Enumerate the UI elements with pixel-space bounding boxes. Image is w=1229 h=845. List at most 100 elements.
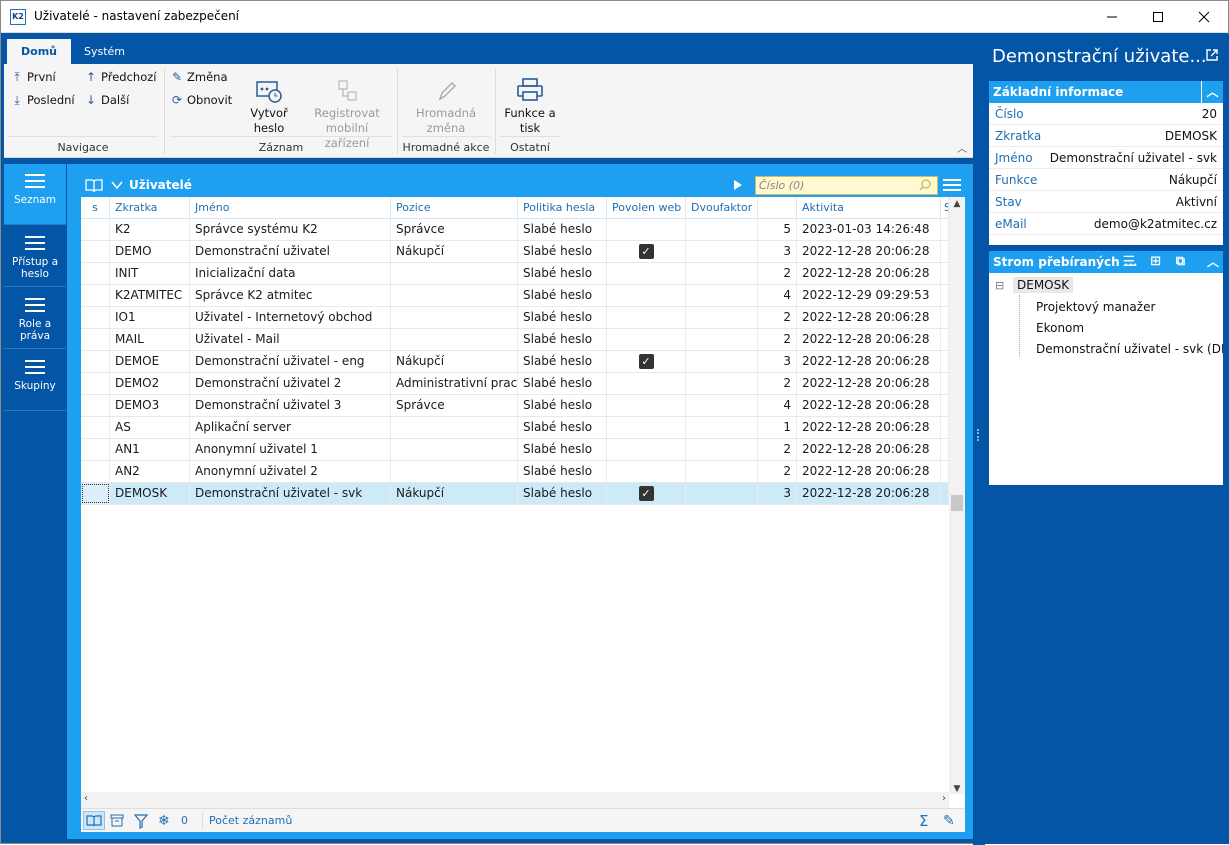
collapse-all-icon[interactable]: ⧉ xyxy=(1176,251,1185,273)
refresh-icon: ⟳ xyxy=(171,93,183,107)
tree-child[interactable]: Demonstrační uživatel - svk (DEM xyxy=(1036,342,1223,356)
table-row[interactable]: MAIL Uživatel - Mail Slabé heslo 2 2022-12-2… xyxy=(81,329,949,351)
table-row[interactable]: DEMOSK Demonstrační uživatel - svk Nákupčí… xyxy=(81,483,949,505)
scroll-left-icon[interactable]: ‹ xyxy=(84,793,88,804)
ribbon-group-record: ✎ Změna ⟳ Obnovit Vytvoř heslo Registrovat… xyxy=(166,64,396,158)
record-count-label[interactable]: Počet záznamů xyxy=(202,812,292,830)
checkbox-checked-icon[interactable]: ✓ xyxy=(638,354,654,369)
maximize-button[interactable] xyxy=(1135,1,1181,33)
list-menu-icon[interactable]: ☰ xyxy=(1122,251,1135,273)
activity-cell: 2023-01-03 14:26:48 xyxy=(797,219,941,240)
tree-collapse-icon[interactable]: ⊟ xyxy=(995,279,1004,292)
name-cell: Demonstrační uživatel 2 xyxy=(190,373,391,394)
scroll-up-icon[interactable]: ▲ xyxy=(949,197,965,211)
bulk-change-label-1: Hromadná xyxy=(415,106,477,120)
col-aktivita[interactable]: Aktivita xyxy=(797,197,941,219)
first-button[interactable]: ⤒ První xyxy=(10,67,55,87)
tab-domu[interactable]: Domů xyxy=(7,39,71,64)
group-label-record: Záznam xyxy=(258,141,304,154)
scroll-right-icon[interactable]: › xyxy=(942,793,946,804)
book-icon xyxy=(86,815,102,827)
chevron-down-icon[interactable] xyxy=(111,181,123,190)
users-grid: Uživatelé Číslo (0) s Zkratka Jméno Pozi… xyxy=(80,173,966,833)
table-row[interactable]: INIT Inicializační data Slabé heslo 2 2022-1… xyxy=(81,263,949,285)
scroll-down-icon[interactable]: ▼ xyxy=(949,784,965,794)
info-field-value: demo@k2atmitec.cz xyxy=(1093,217,1217,231)
minimize-button[interactable] xyxy=(1089,1,1135,33)
two-factor-cell xyxy=(686,483,758,504)
horizontal-scrollbar[interactable]: ‹ › xyxy=(81,792,949,808)
checkbox-checked-icon[interactable]: ✓ xyxy=(638,244,654,259)
nav-item-skupiny[interactable]: Skupiny xyxy=(4,350,66,411)
list-icon xyxy=(25,360,45,374)
col-zkratka[interactable]: Zkratka xyxy=(110,197,190,219)
table-row[interactable]: K2 Správce systému K2 Správce Slabé heslo 5 2… xyxy=(81,219,949,241)
tab-system[interactable]: Systém xyxy=(70,39,139,64)
collapse-chevron-icon[interactable]: ︿ xyxy=(1201,81,1223,103)
tree-root[interactable]: DEMOSK xyxy=(1013,277,1074,293)
tree-child[interactable]: Ekonom xyxy=(1036,321,1084,335)
col-jmeno[interactable]: Jméno xyxy=(190,197,391,219)
col-pozice[interactable]: Pozice xyxy=(391,197,518,219)
ribbon-group-other: Funkce a tisk Ostatní xyxy=(496,64,564,158)
close-button[interactable] xyxy=(1181,1,1227,33)
register-mobile-button[interactable]: Registrovat mobilní zařízení xyxy=(302,68,392,151)
col-s[interactable]: s xyxy=(81,197,110,219)
table-row[interactable]: AN1 Anonymní uživatel 1 Slabé heslo 2 2022-1… xyxy=(81,439,949,461)
table-row[interactable]: DEMO Demonstrační uživatel Nákupčí Slabé he… xyxy=(81,241,949,263)
col-dvoufaktor[interactable]: Dvoufaktor xyxy=(686,197,758,219)
row-status-cell xyxy=(81,373,110,394)
table-row[interactable]: DEMO3 Demonstrační uživatel 3 Správce Slabé… xyxy=(81,395,949,417)
popout-icon[interactable] xyxy=(1205,48,1219,62)
col-count[interactable] xyxy=(758,197,797,219)
info-field-label: eMail xyxy=(995,217,1027,231)
web-enabled-cell xyxy=(607,263,686,284)
group-divider xyxy=(500,136,560,137)
search-icon[interactable] xyxy=(919,179,931,191)
tree-child[interactable]: Projektový manažer xyxy=(1036,300,1155,314)
collapse-ribbon-icon[interactable]: ︿ xyxy=(957,140,967,155)
scroll-thumb[interactable] xyxy=(951,495,963,511)
panel-splitter[interactable] xyxy=(973,34,985,845)
table-row[interactable]: DEMOE Demonstrační uživatel - eng Nákupčí S… xyxy=(81,351,949,373)
count-cell: 2 xyxy=(758,439,797,460)
search-input[interactable]: Číslo (0) xyxy=(755,176,938,195)
nav-item-seznam[interactable]: Seznam xyxy=(4,164,66,225)
snowflake-icon[interactable]: ❄ xyxy=(158,812,170,830)
book-icon[interactable] xyxy=(85,178,103,193)
nav-item-pristup[interactable]: Přístup a heslo xyxy=(4,226,66,287)
view-book-button[interactable] xyxy=(83,811,105,830)
table-row[interactable]: AN2 Anonymní uživatel 2 Slabé heslo 2 2022-1… xyxy=(81,461,949,483)
edit-icon[interactable]: ✎ xyxy=(943,812,955,830)
refresh-button[interactable]: ⟳ Obnovit xyxy=(170,90,232,110)
checkbox-checked-icon[interactable]: ✓ xyxy=(638,486,654,501)
table-row[interactable]: AS Aplikační server Slabé heslo 1 2022-12-28… xyxy=(81,417,949,439)
create-password-button[interactable]: Vytvoř heslo xyxy=(244,68,294,136)
col-povolen-web[interactable]: Povolen web xyxy=(607,197,686,219)
play-filter-icon[interactable] xyxy=(732,179,746,193)
table-row[interactable]: K2ATMITEC Správce K2 atmitec Slabé heslo 4 2… xyxy=(81,285,949,307)
next-button[interactable]: ↓ Další xyxy=(84,90,129,110)
col-politika-hesla[interactable]: Politika hesla xyxy=(518,197,607,219)
collapse-chevron-icon[interactable]: ︿ xyxy=(1207,251,1219,273)
bulk-change-button[interactable]: Hromadná změna xyxy=(406,68,486,136)
table-row[interactable]: DEMO2 Demonstrační uživatel 2 Administrati… xyxy=(81,373,949,395)
archive-icon[interactable] xyxy=(110,814,124,827)
filter-icon[interactable] xyxy=(134,814,150,830)
name-cell: Správce systému K2 xyxy=(190,219,391,240)
col-s2[interactable]: S xyxy=(941,197,949,219)
nav-item-role[interactable]: Role a práva xyxy=(4,288,66,349)
last-button[interactable]: ⤓ Poslední xyxy=(10,90,74,110)
activity-cell: 2022-12-28 20:06:28 xyxy=(797,307,941,328)
info-field-label: Číslo xyxy=(995,107,1024,121)
vertical-scrollbar[interactable]: ▲ ▼ xyxy=(949,197,965,794)
functions-print-button[interactable]: Funkce a tisk xyxy=(502,68,558,136)
previous-button[interactable]: ↑ Předchozí xyxy=(84,67,157,87)
sum-icon[interactable]: Σ xyxy=(919,812,928,830)
expand-all-icon[interactable]: ⊞ xyxy=(1150,251,1161,273)
change-button[interactable]: ✎ Změna xyxy=(170,67,228,87)
table-row[interactable]: IO1 Uživatel - Internetový obchod Slabé he… xyxy=(81,307,949,329)
truncated-cell xyxy=(941,483,949,504)
activity-cell: 2022-12-28 20:06:28 xyxy=(797,483,941,504)
grid-menu-icon[interactable] xyxy=(943,179,961,191)
